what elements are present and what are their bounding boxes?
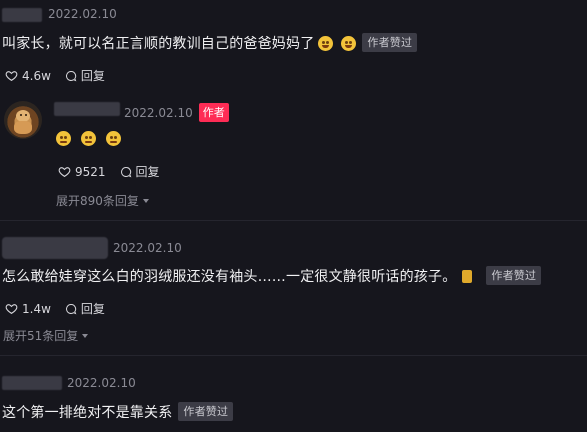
like-count: 4.6w xyxy=(22,68,51,83)
username-redacted[interactable] xyxy=(54,102,120,116)
author-tag: 作者 xyxy=(198,103,229,122)
like-count: 1.4w xyxy=(22,301,51,316)
laughing-emoji xyxy=(341,36,357,51)
heart-icon xyxy=(58,167,71,178)
caret-down-icon xyxy=(82,334,89,338)
expand-replies-button[interactable]: 展开890条回复 xyxy=(56,192,149,209)
comment-text: 怎么敢给娃穿这么白的羽绒服还没有袖头……一定很文静很听话的孩子。 作者赞过 xyxy=(2,266,542,286)
reply-label: 回复 xyxy=(80,69,105,83)
like-button[interactable]: 1.4w xyxy=(5,302,51,316)
reply-button[interactable]: 回复 xyxy=(65,67,105,84)
comment-icon xyxy=(65,303,77,314)
laughing-emoji xyxy=(318,36,334,51)
expand-replies-label: 展开51条回复 xyxy=(3,329,79,343)
comment-date: 2022.02.10 xyxy=(113,241,182,255)
like-button[interactable]: 9521 xyxy=(58,165,106,179)
comment-emojis xyxy=(56,128,121,147)
comment-date-value: 2022.02.10 xyxy=(124,106,193,120)
comment-text: 叫家长，就可以名正言顺的教训自己的爸爸妈妈了 作者赞过 xyxy=(2,33,418,53)
expand-replies-label: 展开890条回复 xyxy=(56,194,139,208)
comment-date: 2022.02.10 xyxy=(48,7,117,21)
pleading-emoji xyxy=(56,131,71,146)
comment-actions: 4.6w 回复 xyxy=(5,67,119,84)
heart-icon xyxy=(5,71,18,82)
comment-actions: 9521 回复 xyxy=(58,163,174,180)
expand-replies-button[interactable]: 展开51条回复 xyxy=(3,327,89,344)
gold-emoji xyxy=(462,270,473,283)
author-liked-badge: 作者赞过 xyxy=(486,266,542,285)
reply-label: 回复 xyxy=(80,302,105,316)
comment-text: 这个第一排绝对不是靠关系 作者赞过 xyxy=(2,402,234,422)
like-count: 9521 xyxy=(75,164,106,179)
username-redacted[interactable] xyxy=(2,8,42,22)
comment-icon xyxy=(65,70,77,81)
avatar[interactable] xyxy=(4,101,42,139)
author-liked-badge: 作者赞过 xyxy=(362,33,418,52)
reply-button[interactable]: 回复 xyxy=(65,300,105,317)
comment-actions: 1.4w 回复 xyxy=(5,300,119,317)
username-redacted[interactable] xyxy=(2,237,108,259)
comment-date: 2022.02.10 xyxy=(67,376,136,390)
pleading-emoji xyxy=(106,131,121,146)
comment-text-body: 叫家长，就可以名正言顺的教训自己的爸爸妈妈了 xyxy=(2,36,315,52)
reply-label: 回复 xyxy=(135,165,160,179)
heart-icon xyxy=(5,304,18,315)
like-button[interactable]: 4.6w xyxy=(5,69,51,83)
username-redacted[interactable] xyxy=(2,376,62,390)
divider xyxy=(0,220,587,221)
author-liked-badge: 作者赞过 xyxy=(178,402,234,421)
pleading-emoji xyxy=(81,131,96,146)
comment-date: 2022.02.10 作者 xyxy=(124,103,229,122)
divider xyxy=(0,355,587,356)
comment-icon xyxy=(120,166,131,177)
reply-button[interactable]: 回复 xyxy=(120,163,160,180)
caret-down-icon xyxy=(142,199,149,203)
comment-text-body: 这个第一排绝对不是靠关系 xyxy=(2,405,173,421)
comment-text-body: 怎么敢给娃穿这么白的羽绒服还没有袖头……一定很文静很听话的孩子。 xyxy=(2,269,457,285)
